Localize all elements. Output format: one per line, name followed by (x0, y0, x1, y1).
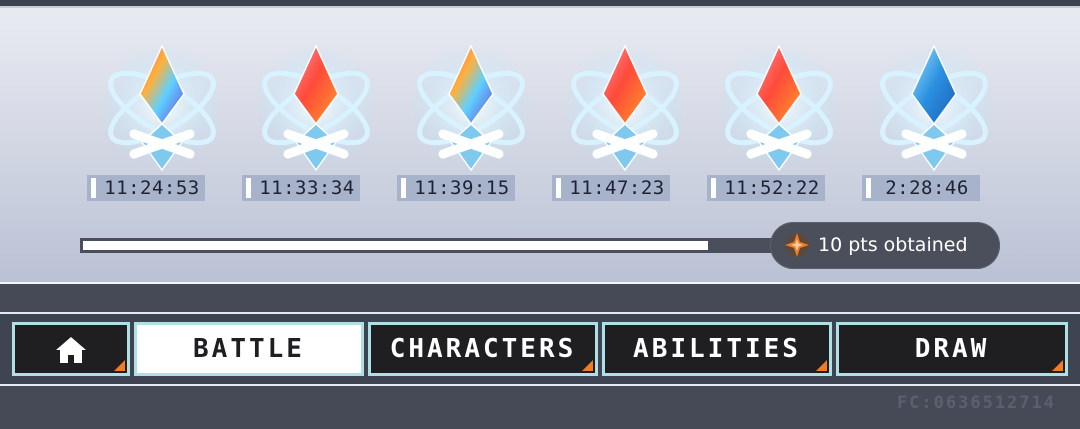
star-icon (785, 233, 809, 257)
crystal-timer: 11:24:53 (87, 175, 205, 201)
tab-characters[interactable]: CHARACTERS (368, 322, 598, 376)
crystal-panel: 11:24:53 11:33:34 11:39:15 11:47:23 11:5… (0, 6, 1080, 284)
crystal-timer: 11:52:22 (707, 175, 825, 201)
tab-draw-label: DRAW (914, 334, 990, 364)
timer-text: 11:39:15 (414, 177, 510, 199)
crystal-timer: 11:39:15 (397, 175, 515, 201)
crystal-timer: 2:28:46 (862, 175, 980, 201)
rainbow-crystal-icon[interactable] (401, 42, 541, 178)
red-crystal-icon[interactable] (246, 42, 386, 178)
tab-battle-label: BATTLE (193, 334, 305, 364)
points-badge: 10 pts obtained (770, 222, 1000, 269)
timer-text: 11:33:34 (259, 177, 355, 199)
tab-draw[interactable]: DRAW (836, 322, 1068, 376)
red-crystal-icon[interactable] (555, 42, 695, 178)
rainbow-crystal-icon[interactable] (92, 42, 232, 178)
home-icon (56, 337, 86, 363)
friend-code: FC:0636512714 (896, 393, 1056, 413)
tab-abilities-label: ABILITIES (633, 334, 801, 364)
corner-marker (816, 360, 827, 371)
tab-abilities[interactable]: ABILITIES (602, 322, 832, 376)
crystal-timer: 11:47:23 (552, 175, 670, 201)
corner-marker (1052, 360, 1063, 371)
tab-battle[interactable]: BATTLE (134, 322, 364, 376)
crystal-timer: 11:33:34 (242, 175, 360, 201)
tab-characters-label: CHARACTERS (389, 334, 577, 364)
points-text: 10 pts obtained (818, 234, 968, 256)
red-crystal-icon[interactable] (709, 42, 849, 178)
timer-text: 2:28:46 (885, 177, 969, 199)
timer-text: 11:52:22 (724, 177, 820, 199)
corner-marker (114, 360, 125, 371)
blue-crystal-icon[interactable] (864, 42, 1004, 178)
corner-marker (582, 360, 593, 371)
bottom-nav: BATTLE CHARACTERS ABILITIES DRAW (0, 312, 1080, 386)
timer-text: 11:47:23 (569, 177, 665, 199)
points-progress-bar (80, 238, 780, 253)
timer-text: 11:24:53 (104, 177, 200, 199)
home-button[interactable] (12, 322, 130, 376)
progress-fill (83, 241, 708, 250)
